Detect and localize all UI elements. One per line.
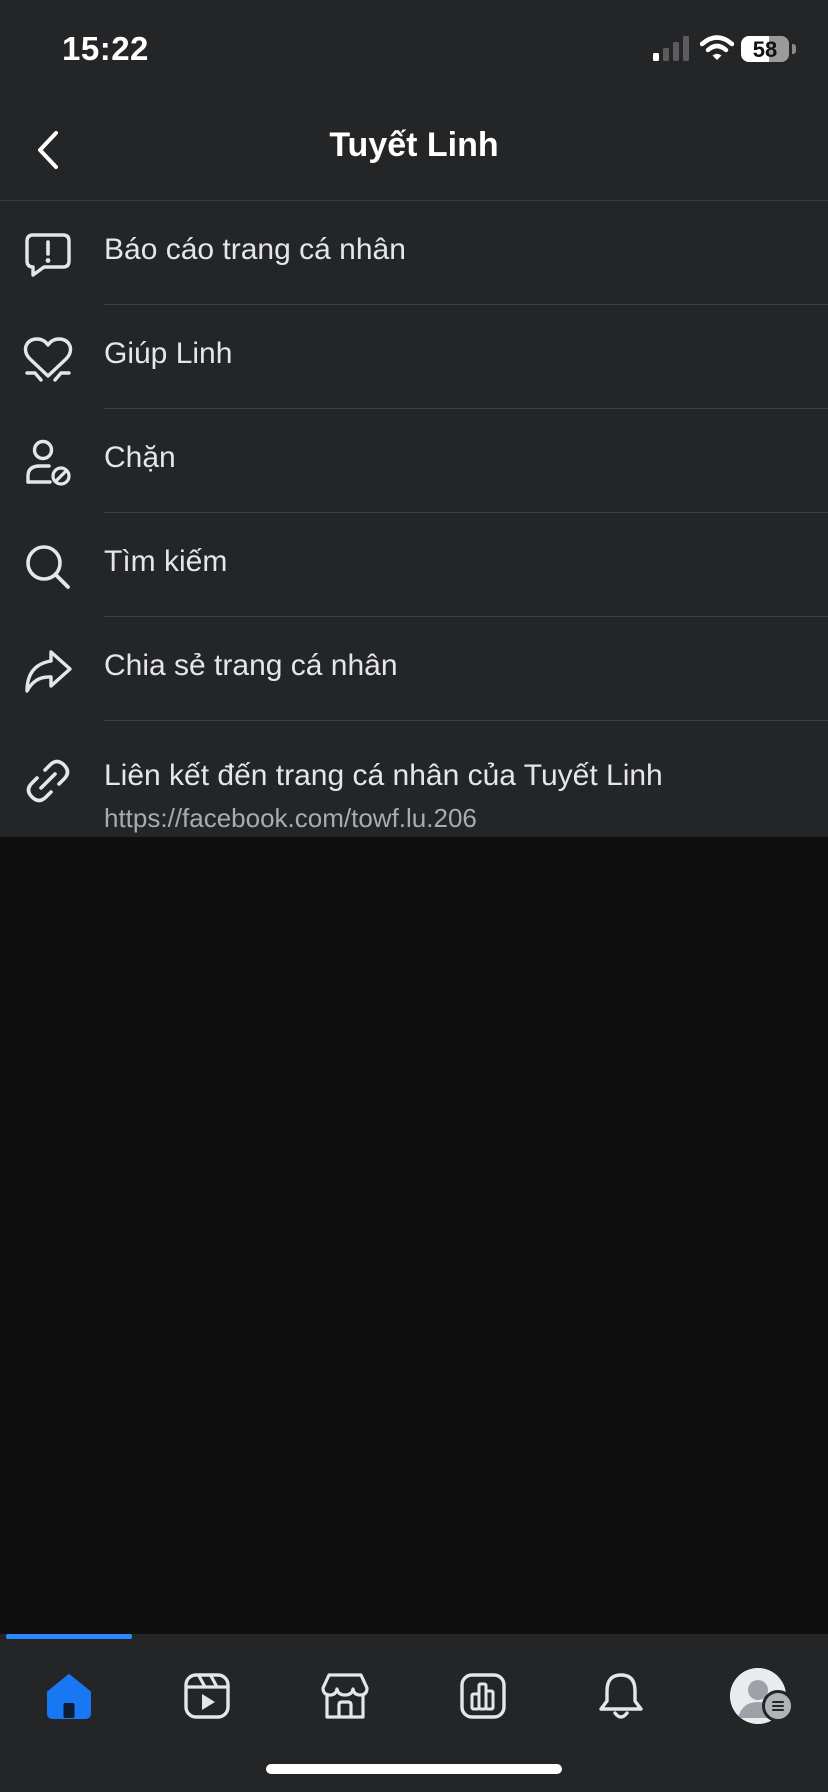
menu-item-label: Tìm kiếm [104, 545, 228, 578]
menu-item-label: Báo cáo trang cá nhân [104, 233, 406, 266]
marketplace-icon [321, 1673, 369, 1719]
report-icon [22, 229, 74, 281]
menu-item-share-profile[interactable]: Chia sẻ trang cá nhân [0, 617, 828, 721]
menu-item-label: Giúp Linh [104, 337, 233, 370]
tab-dashboard[interactable] [443, 1662, 523, 1730]
dashboard-icon [460, 1673, 506, 1719]
tab-marketplace[interactable] [305, 1662, 385, 1730]
share-icon [22, 645, 74, 697]
tab-video[interactable] [167, 1662, 247, 1730]
status-bar: 15:22 58 [0, 0, 828, 100]
search-icon [22, 541, 74, 593]
top-sheet: 15:22 58 Tuyết Linh Báo cáo trang cá nhâ… [0, 0, 828, 837]
menu-item-label: Liên kết đến trang cá nhân của Tuyết Lin… [104, 759, 663, 792]
block-user-icon [22, 437, 74, 489]
profile-url[interactable]: https://facebook.com/towf.lu.206 [104, 803, 477, 834]
battery-percent: 58 [752, 37, 778, 62]
heart-icon [22, 333, 74, 385]
menu-item-profile-link[interactable]: Liên kết đến trang cá nhân của Tuyết Lin… [0, 721, 828, 835]
battery-icon: 58 [741, 36, 789, 62]
menu-item-label: Chia sẻ trang cá nhân [104, 649, 398, 682]
tab-home[interactable] [29, 1662, 109, 1730]
bell-icon [599, 1673, 643, 1719]
menu-item-report-profile[interactable]: Báo cáo trang cá nhân [0, 201, 828, 305]
page-title: Tuyết Linh [329, 126, 499, 164]
tab-notifications[interactable] [581, 1662, 661, 1730]
menu-item-help-linh[interactable]: Giúp Linh [0, 305, 828, 409]
battery-cap [792, 44, 796, 54]
signal-icon [653, 36, 689, 61]
video-icon [184, 1673, 230, 1719]
menu-item-search[interactable]: Tìm kiếm [0, 513, 828, 617]
profile-options-menu: Báo cáo trang cá nhân Giúp Linh Chặn Tìm… [0, 201, 828, 835]
home-indicator[interactable] [266, 1764, 562, 1774]
menu-badge [762, 1690, 794, 1722]
screen: 15:22 58 Tuyết Linh Báo cáo trang cá nhâ… [0, 0, 828, 1792]
menu-item-block[interactable]: Chặn [0, 409, 828, 513]
header-bar: Tuyết Linh [0, 100, 828, 201]
home-icon [47, 1674, 91, 1719]
status-time: 15:22 [62, 30, 149, 67]
active-tab-indicator [6, 1634, 132, 1639]
menu-item-label: Chặn [104, 441, 176, 474]
wifi-icon [700, 35, 734, 60]
menu-icon [772, 1701, 784, 1711]
link-icon [22, 755, 74, 807]
